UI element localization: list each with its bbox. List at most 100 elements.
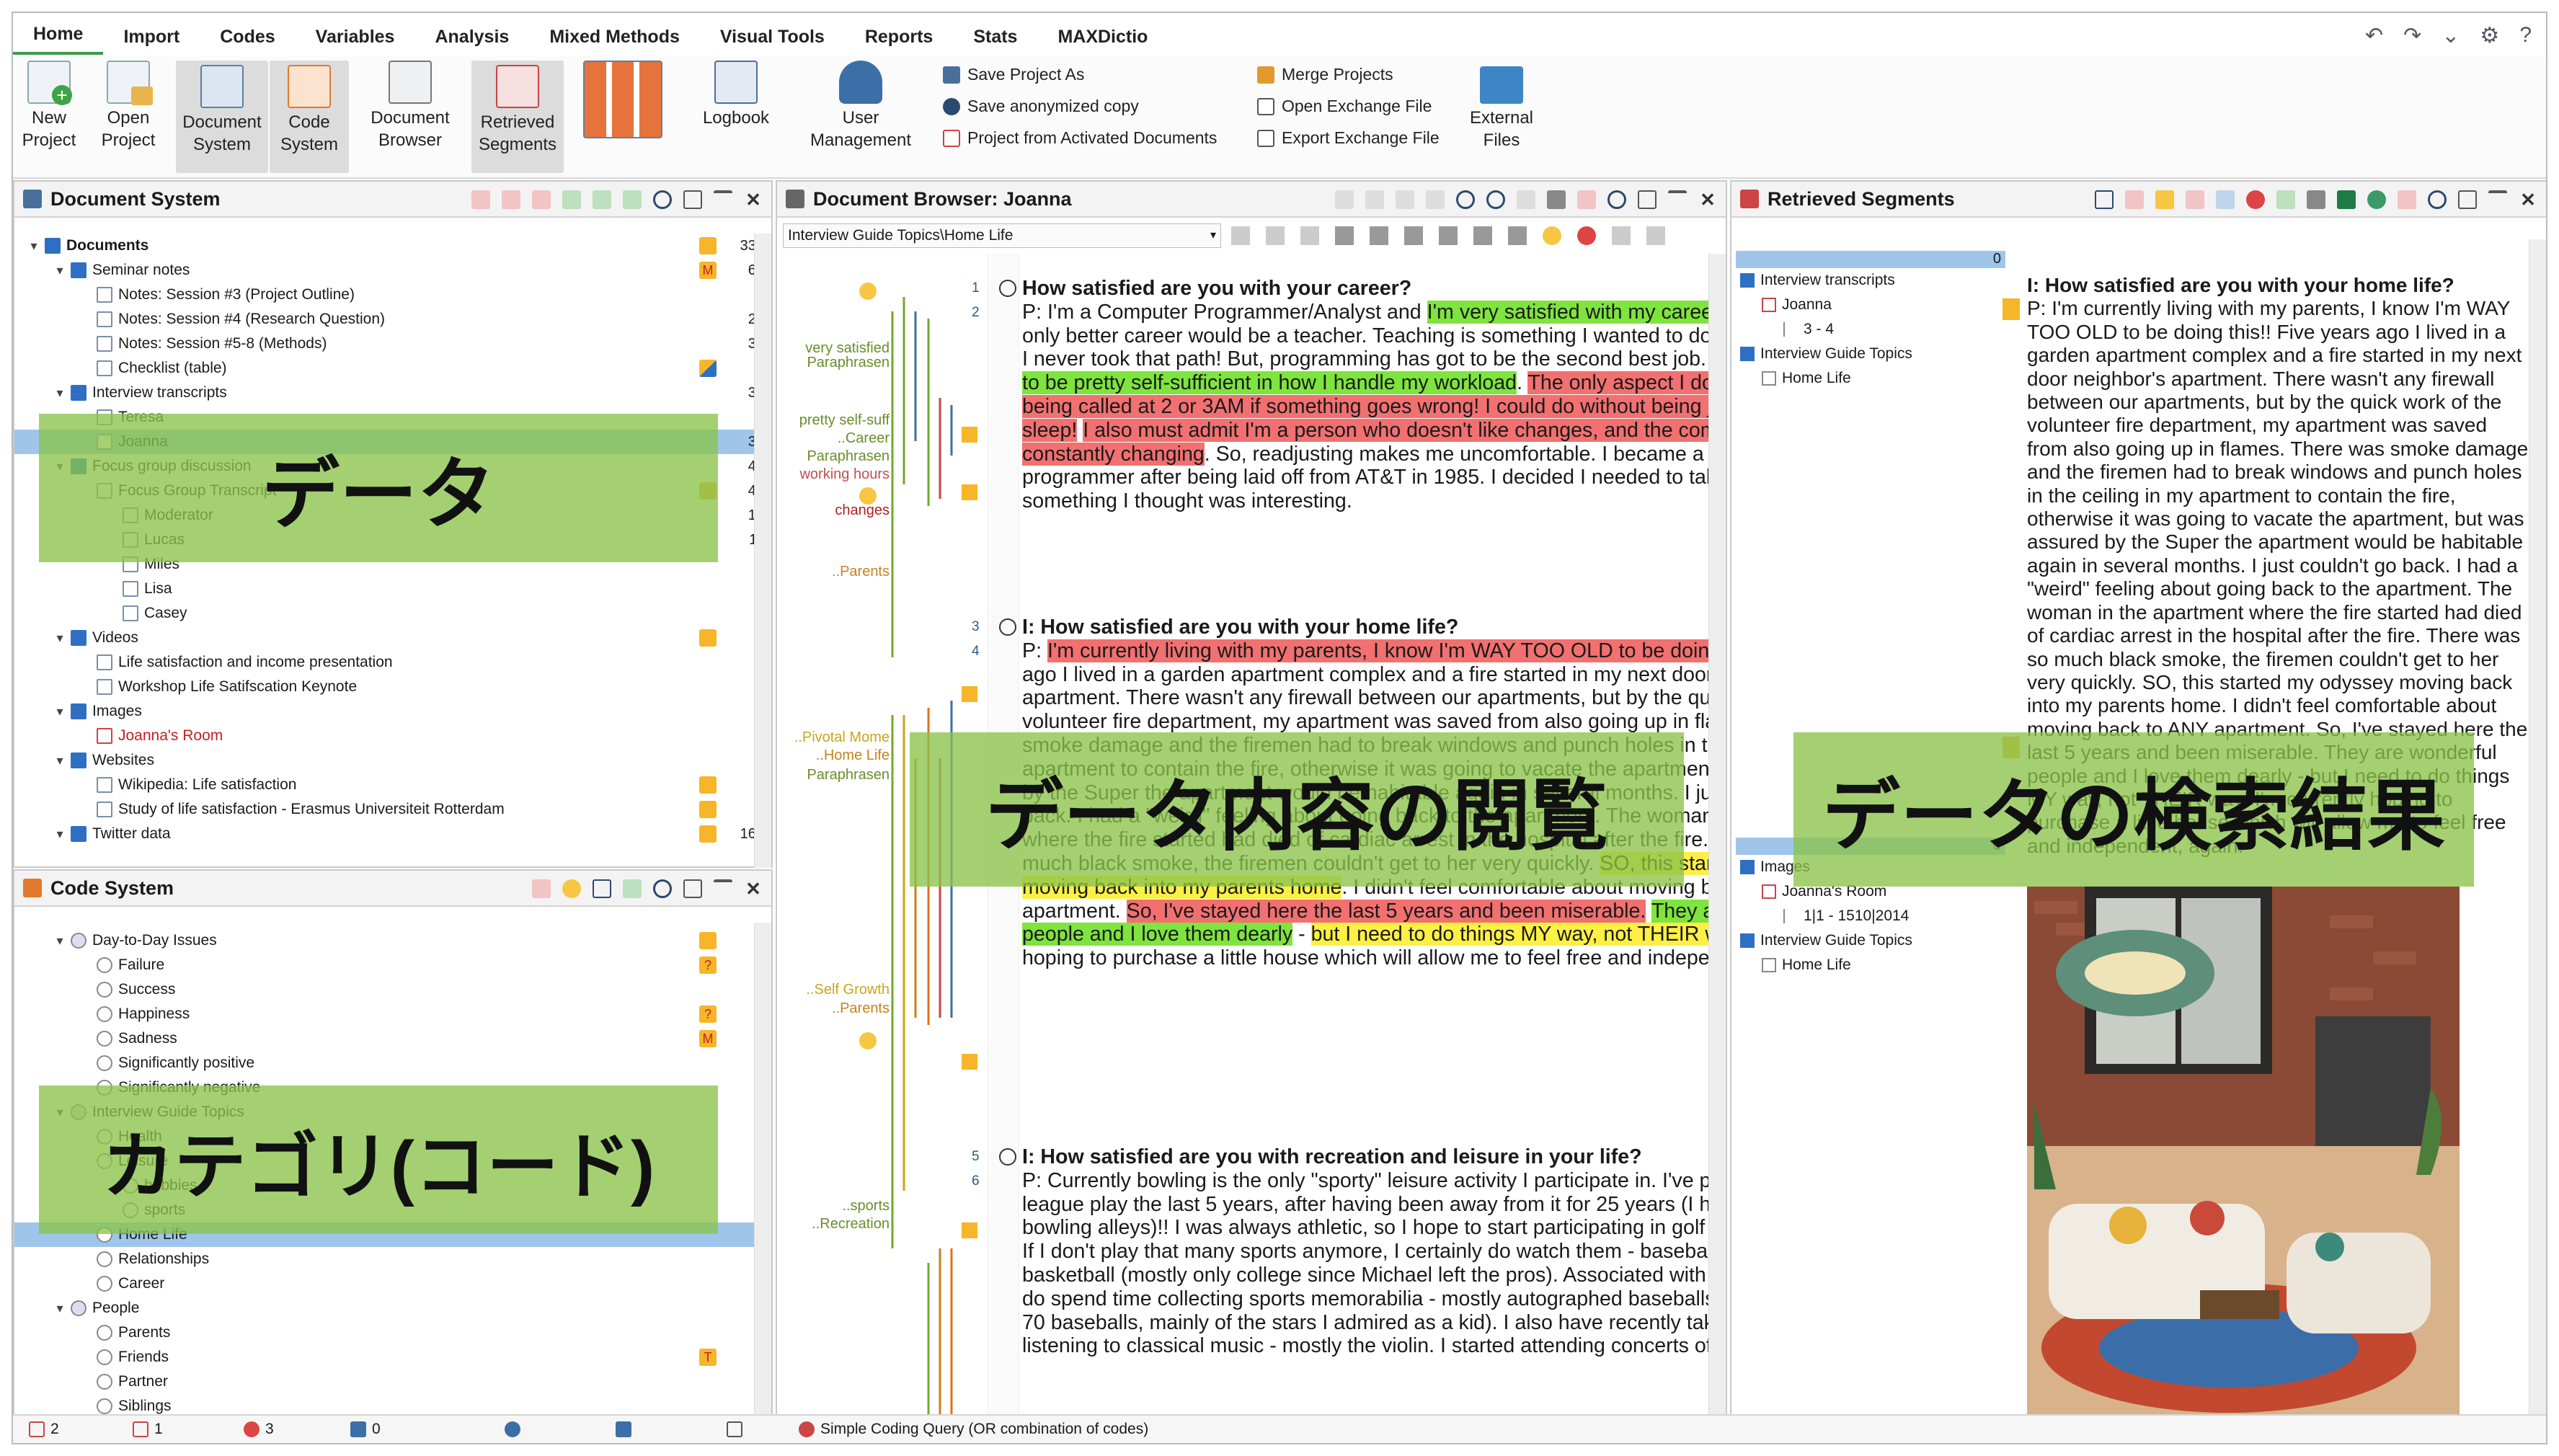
- toolbar-icon[interactable]: [1365, 190, 1384, 209]
- globe-icon[interactable]: [2367, 190, 2386, 209]
- toolbar-icon[interactable]: [593, 190, 611, 209]
- toolbar-icon[interactable]: [471, 190, 490, 209]
- browser-scrollbar[interactable]: [1708, 254, 1726, 1416]
- maximize-icon[interactable]: [2488, 190, 2507, 209]
- maximize-icon[interactable]: [714, 879, 732, 898]
- toolbar-icon[interactable]: [2155, 190, 2174, 209]
- clock-icon[interactable]: [999, 1148, 1016, 1166]
- toolbar-icon[interactable]: [2125, 190, 2144, 209]
- code-tree-row[interactable]: Parents7: [14, 1320, 771, 1345]
- maximize-icon[interactable]: [714, 190, 732, 209]
- toolbar-icon[interactable]: [623, 190, 642, 209]
- status-user[interactable]: [505, 1421, 520, 1437]
- undock-icon[interactable]: [683, 879, 702, 898]
- code-tree-row[interactable]: SadnessM2: [14, 1026, 771, 1051]
- search-icon[interactable]: [653, 879, 672, 898]
- maximize-icon[interactable]: [1668, 190, 1687, 209]
- zoom-in-icon[interactable]: [1456, 190, 1475, 209]
- color-marker[interactable]: [699, 629, 717, 647]
- chevron-down-icon[interactable]: ⌄: [2442, 23, 2460, 48]
- highlighter-icon[interactable]: [1370, 226, 1388, 245]
- gear-icon[interactable]: ⚙: [2480, 23, 2499, 48]
- document-tree-row[interactable]: Casey7: [14, 601, 771, 626]
- document-tree-row[interactable]: Joanna's Room2: [14, 724, 771, 748]
- close-icon[interactable]: ✕: [744, 879, 763, 898]
- code-tree-row[interactable]: Failure?8: [14, 953, 771, 977]
- toolbar-icon[interactable]: [2186, 190, 2204, 209]
- open-exchange-button[interactable]: Open Exchange File: [1257, 97, 1432, 116]
- expand-toggle-icon[interactable]: ▾: [52, 933, 68, 949]
- pin-icon[interactable]: [2246, 190, 2265, 209]
- document-tree-row[interactable]: Notes: Session #5-8 (Methods)33: [14, 332, 771, 356]
- toolbar-icon[interactable]: [502, 190, 520, 209]
- export-exchange-button[interactable]: Export Exchange File: [1257, 128, 1440, 148]
- menu-tab[interactable]: Home: [13, 13, 104, 55]
- coding-stripe-label[interactable]: Paraphrasen: [807, 767, 890, 784]
- close-icon[interactable]: ✕: [744, 190, 763, 209]
- print-icon[interactable]: [2307, 190, 2325, 209]
- close-icon[interactable]: ✕: [1698, 190, 1717, 209]
- document-tree-row[interactable]: Lisa3: [14, 577, 771, 601]
- code-scrollbar[interactable]: [754, 923, 771, 1420]
- toolbar-icon[interactable]: [1396, 190, 1414, 209]
- expand-toggle-icon[interactable]: ▾: [52, 753, 68, 768]
- coding-stripe-label[interactable]: ..Parents: [832, 564, 890, 580]
- code-system-button[interactable]: Code System: [270, 61, 349, 173]
- toolbar-icon[interactable]: [623, 879, 642, 898]
- expand-toggle-icon[interactable]: ▾: [52, 1301, 68, 1316]
- highlighter-icon[interactable]: [1335, 226, 1354, 245]
- expand-toggle-icon[interactable]: ▾: [52, 263, 68, 278]
- expand-toggle-icon[interactable]: ▾: [52, 827, 68, 842]
- new-project-button[interactable]: + New Project: [22, 61, 76, 151]
- code-tree-row[interactable]: Significantly positive2: [14, 1051, 771, 1075]
- toolbar-icon[interactable]: [1426, 190, 1445, 209]
- menu-tab[interactable]: Mixed Methods: [529, 13, 700, 55]
- document-tree-row[interactable]: Life satisfaction and income presentatio…: [14, 650, 771, 675]
- memo-icon[interactable]: ?: [699, 956, 717, 974]
- search-icon[interactable]: [1607, 190, 1626, 209]
- segment-source-row[interactable]: 3 - 4: [1736, 317, 2005, 342]
- document-tree-row[interactable]: Wikipedia: Life satisfaction0: [14, 773, 771, 797]
- memo-icon[interactable]: M: [699, 1030, 717, 1047]
- redo-icon[interactable]: ↷: [2403, 23, 2421, 48]
- status-memos[interactable]: 1: [133, 1421, 163, 1438]
- user-management-button[interactable]: User Management: [803, 61, 918, 151]
- segment-source-row[interactable]: Interview Guide Topics: [1736, 928, 2005, 953]
- toolbar-icon[interactable]: [1335, 190, 1354, 209]
- color-marker[interactable]: [699, 801, 717, 818]
- logbook-button[interactable]: Logbook: [696, 61, 776, 129]
- export-icon[interactable]: [2398, 190, 2416, 209]
- expand-toggle-icon[interactable]: ▾: [26, 239, 42, 254]
- spellcheck-icon[interactable]: [2216, 190, 2235, 209]
- export-icon[interactable]: [1577, 190, 1596, 209]
- undock-icon[interactable]: [1638, 190, 1657, 209]
- color-marker[interactable]: [699, 825, 717, 843]
- document-tree-row[interactable]: Study of life satisfaction - Erasmus Uni…: [14, 797, 771, 822]
- segment-source-row[interactable]: Home Life: [1736, 953, 2005, 977]
- menu-tab[interactable]: Reports: [845, 13, 953, 55]
- document-tree-row[interactable]: Checklist (table)0: [14, 356, 771, 381]
- close-icon[interactable]: ✕: [2519, 190, 2537, 209]
- document-tree-row[interactable]: Notes: Session #4 (Research Question)25: [14, 307, 771, 332]
- coding-stripe-label[interactable]: ..Recreation: [812, 1216, 890, 1233]
- code-tree-row[interactable]: ▾People2: [14, 1296, 771, 1320]
- open-project-button[interactable]: Open Project: [99, 61, 157, 151]
- memo-icon[interactable]: M: [699, 262, 717, 279]
- menu-tab[interactable]: Import: [103, 13, 200, 55]
- save-anonymized-button[interactable]: Save anonymized copy: [943, 97, 1139, 116]
- toolbar-icon[interactable]: [1612, 226, 1631, 245]
- coding-stripe-label[interactable]: working hours: [799, 466, 890, 483]
- highlighter-icon[interactable]: [1404, 226, 1423, 245]
- menu-tab[interactable]: Stats: [953, 13, 1037, 55]
- help-icon[interactable]: ?: [2519, 23, 2532, 48]
- toolbar-icon[interactable]: [2276, 190, 2295, 209]
- segment-source-row[interactable]: Interview Guide Topics: [1736, 342, 2005, 366]
- save-project-as-button[interactable]: Save Project As: [943, 65, 1084, 84]
- pen-icon[interactable]: [1300, 226, 1319, 245]
- expand-toggle-icon[interactable]: ▾: [52, 386, 68, 401]
- document-scrollbar[interactable]: [754, 234, 771, 868]
- coded-segment[interactable]: I'm very satisfied with my career: [1427, 300, 1718, 324]
- document-system-button[interactable]: Document System: [176, 61, 268, 173]
- coding-stripe-label[interactable]: ..Home Life: [816, 747, 890, 764]
- status-documents[interactable]: 2: [29, 1421, 59, 1438]
